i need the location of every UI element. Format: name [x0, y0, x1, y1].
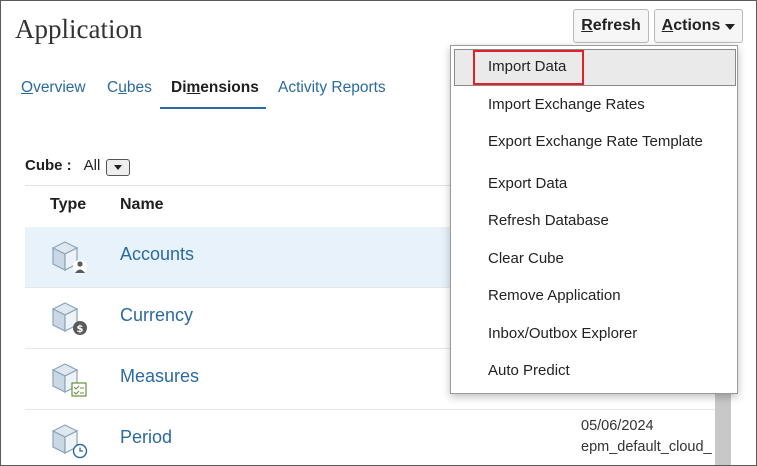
active-tab-indicator [160, 107, 266, 109]
menu-item-refresh-database[interactable]: Refresh Database [488, 212, 609, 229]
refresh-label: efresh [592, 17, 641, 34]
actions-mnemonic: A [661, 17, 674, 34]
cube-filter-value: All [83, 156, 101, 174]
menu-item-export-exchange-rate-template[interactable]: Export Exchange Rate Template [488, 133, 703, 150]
caret-down-icon [725, 24, 736, 30]
tab-activity-reports[interactable]: Activity Reports [278, 79, 386, 97]
chevron-down-icon [114, 165, 123, 170]
application-window: Application Refresh Actions Overview Cub… [0, 0, 757, 466]
actions-menu: Import Data Import Exchange Rates Export… [450, 45, 738, 394]
menu-item-clear-cube[interactable]: Clear Cube [488, 250, 564, 267]
cube-filter-label: Cube : [25, 156, 72, 174]
page-title: Application [15, 14, 143, 44]
last-updated-date: 05/06/2024 [581, 418, 654, 434]
table-row[interactable]: Period 05/06/2024 epm_default_cloud_ [25, 410, 715, 465]
vertical-scrollbar[interactable] [715, 386, 731, 465]
actions-label: ctions [673, 17, 721, 34]
period-dimension-icon [51, 424, 88, 459]
menu-item-auto-predict[interactable]: Auto Predict [488, 362, 570, 379]
refresh-button[interactable]: Refresh [573, 9, 649, 43]
column-header-name: Name [120, 196, 164, 213]
actions-button[interactable]: Actions [654, 9, 743, 43]
cube-filter-dropdown[interactable] [106, 159, 131, 176]
dimension-name: Accounts [120, 244, 195, 264]
last-updated-by: epm_default_cloud_ [581, 439, 712, 455]
cube-filter: Cube : All [25, 154, 131, 176]
dimension-name: Period [120, 427, 173, 447]
tab-dimensions[interactable]: Dimensions [171, 79, 259, 97]
refresh-mnemonic: R [581, 17, 593, 34]
menu-item-import-exchange-rates[interactable]: Import Exchange Rates [488, 96, 645, 113]
menu-item-export-data[interactable]: Export Data [488, 175, 567, 192]
tab-overview[interactable]: Overview [21, 79, 86, 97]
menu-item-inbox-outbox-explorer[interactable]: Inbox/Outbox Explorer [488, 325, 637, 342]
dimension-name: Currency [120, 305, 194, 325]
accounts-dimension-icon [51, 241, 87, 274]
currency-dimension-icon: $ [51, 302, 87, 335]
tab-cubes[interactable]: Cubes [107, 79, 152, 97]
measures-dimension-icon [51, 363, 87, 397]
menu-item-remove-application[interactable]: Remove Application [488, 287, 621, 304]
svg-text:$: $ [77, 324, 84, 335]
dimension-name: Measures [120, 366, 200, 386]
column-header-type: Type [50, 196, 87, 213]
annotation-highlight-box [473, 50, 584, 85]
